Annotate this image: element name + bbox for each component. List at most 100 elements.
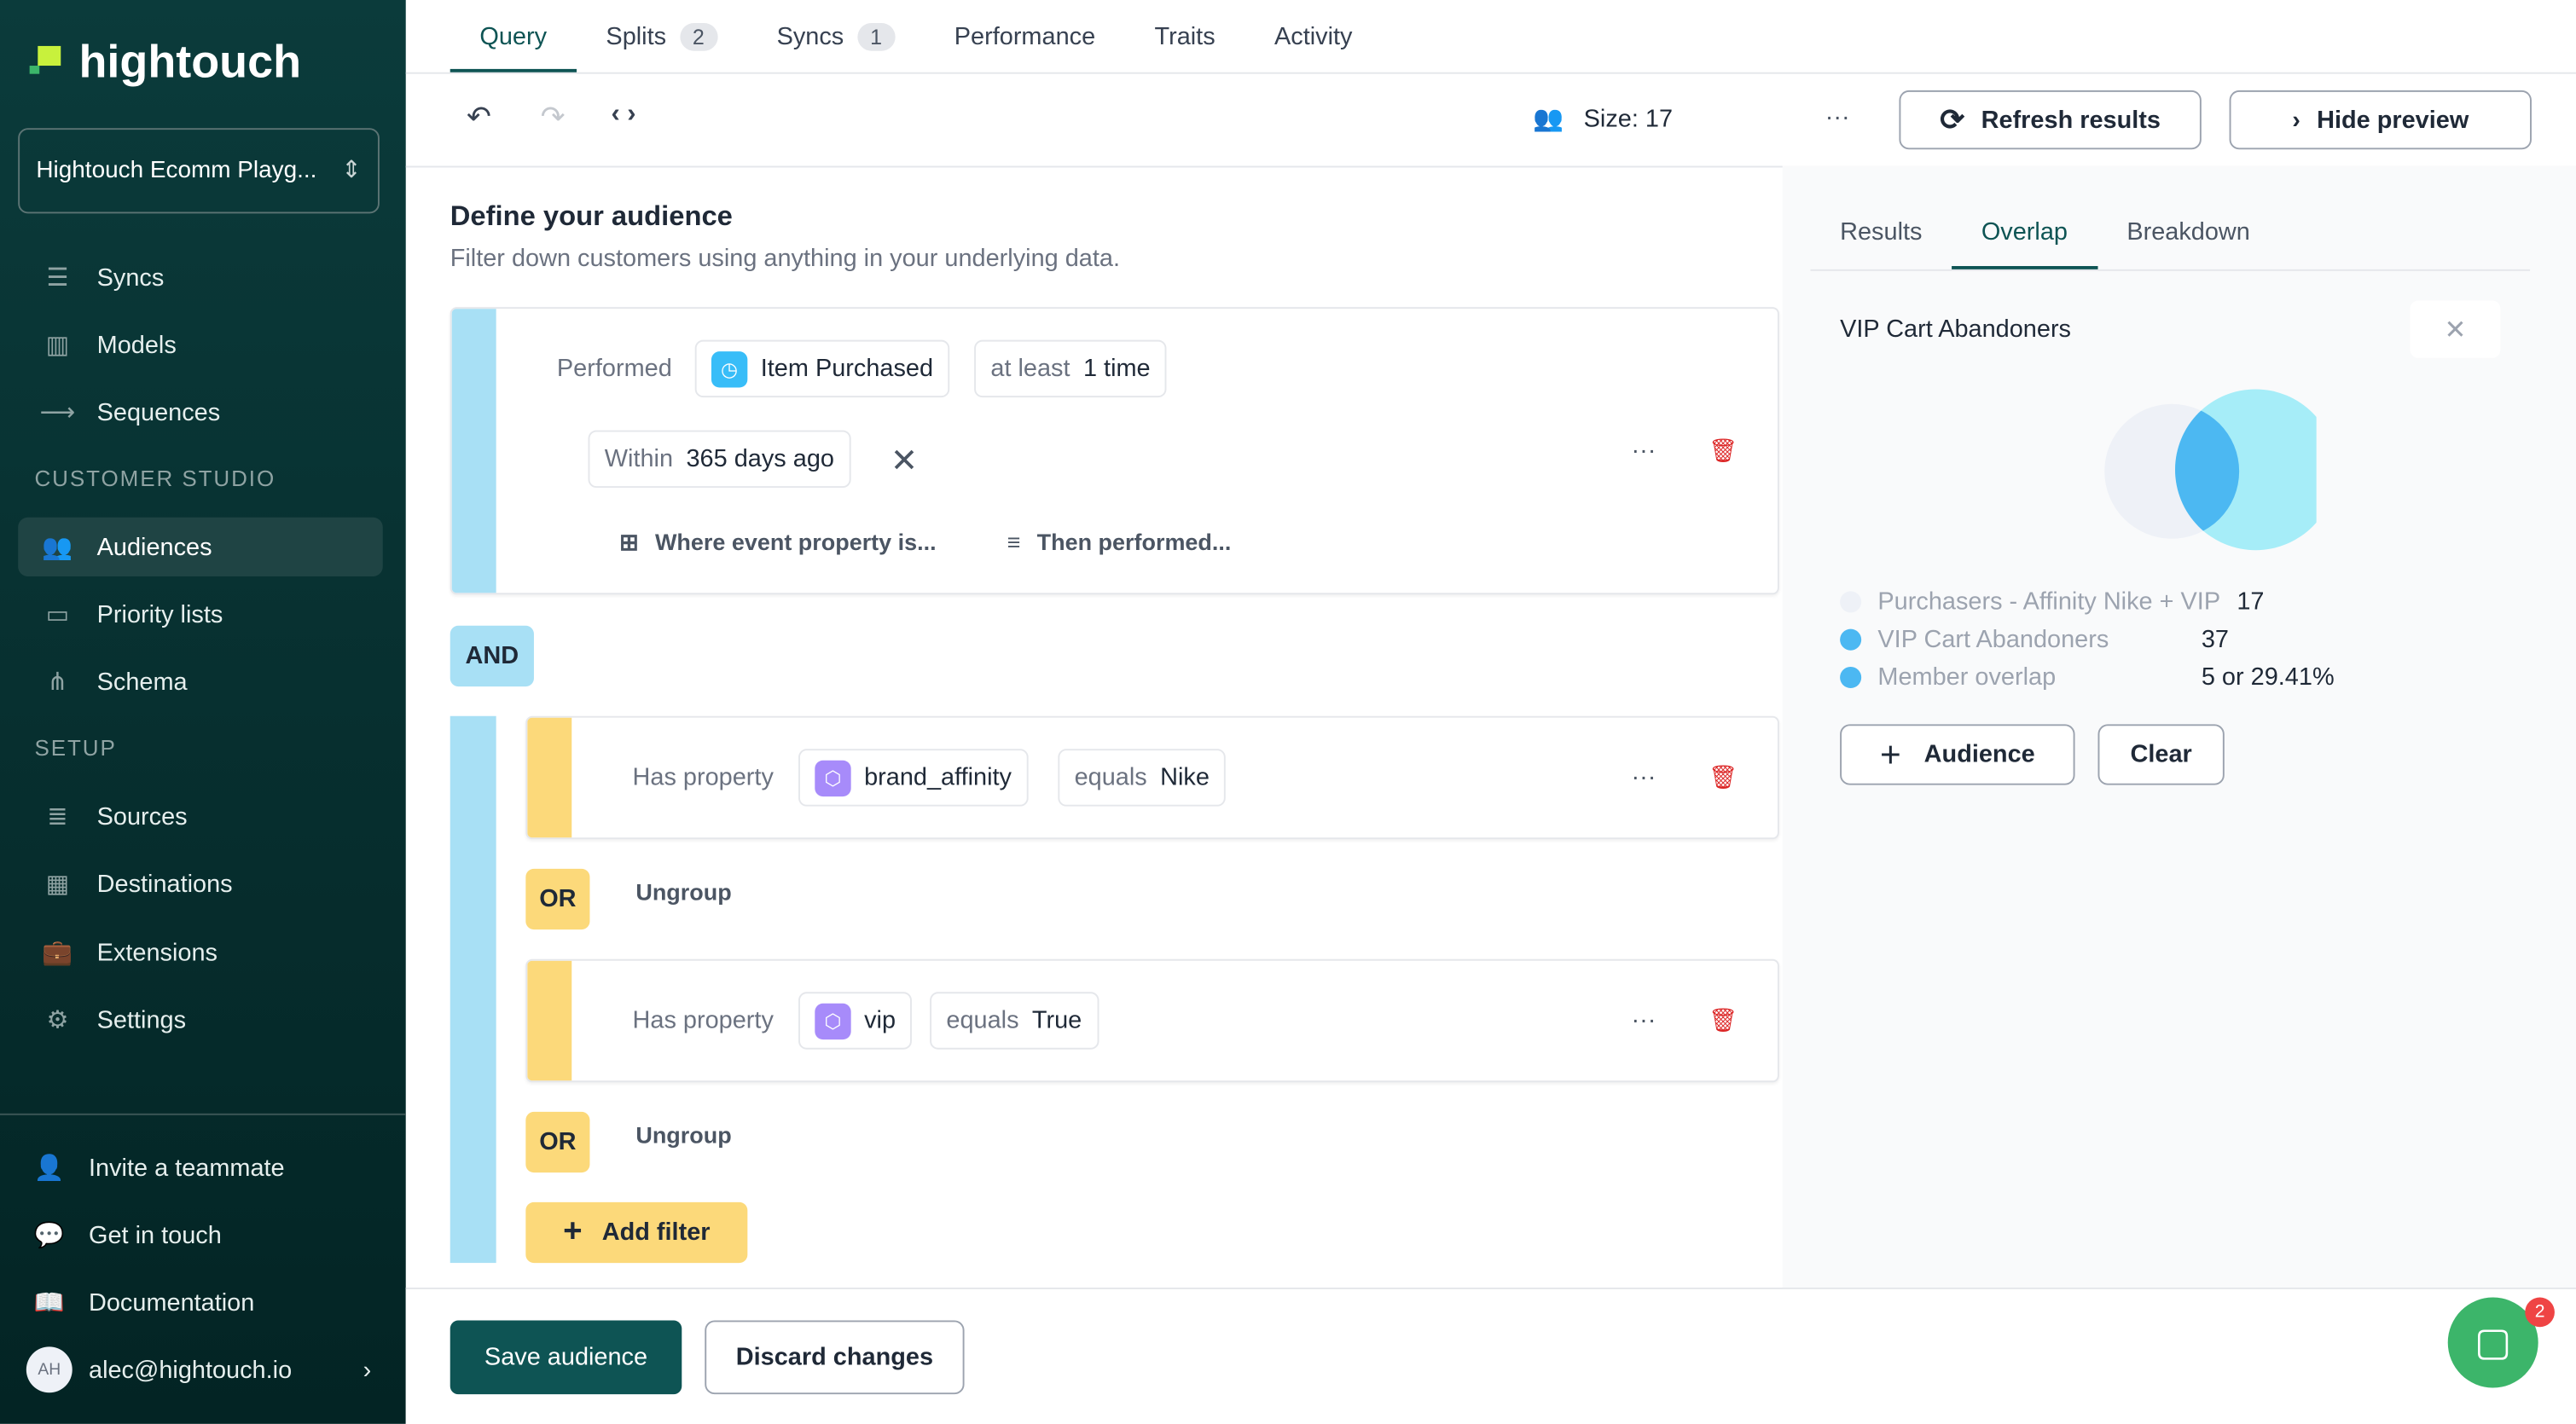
tab-overlap[interactable]: Overlap xyxy=(1952,218,2097,269)
tab-activity[interactable]: Activity xyxy=(1244,23,1382,72)
refresh-icon: ⟳ xyxy=(1940,102,1965,136)
tab-query[interactable]: Query xyxy=(450,23,577,72)
more-options-button[interactable]: ··· xyxy=(1825,103,1850,131)
add-filter-button[interactable]: + Add filter xyxy=(525,1201,748,1264)
clear-button[interactable]: Clear xyxy=(2097,724,2225,785)
operator-value-selector[interactable]: equals True xyxy=(930,992,1099,1050)
legend-label: Member overlap xyxy=(1877,663,2057,692)
link-label: Documentation xyxy=(89,1288,255,1317)
trash-icon[interactable]: 🗑 xyxy=(1709,437,1738,465)
remove-time-window-icon[interactable]: ✕ xyxy=(891,440,918,481)
sidebar-item-sources[interactable]: ≣ Sources xyxy=(18,787,383,846)
sidebar-item-syncs[interactable]: ☰ Syncs xyxy=(18,248,383,307)
sidebar-item-extensions[interactable]: 💼 Extensions xyxy=(18,923,383,981)
tab-label: Traits xyxy=(1154,22,1215,51)
overlap-legend: Purchasers - Affinity Nike + VIP 17 VIP C… xyxy=(1840,583,2335,697)
time-window-selector[interactable]: Within 365 days ago xyxy=(588,430,851,489)
sidebar-item-destinations[interactable]: ▦ Destinations xyxy=(18,854,383,913)
preview-tabs: Results Overlap Breakdown xyxy=(1810,166,2531,271)
compared-audience-title: VIP Cart Abandoners xyxy=(1840,315,2072,344)
close-icon[interactable]: ✕ xyxy=(2410,300,2501,358)
code-icon[interactable]: ‹ › xyxy=(611,100,635,130)
builder-title: Define your audience xyxy=(450,200,733,232)
user-menu[interactable]: AH alec@hightouch.io › xyxy=(10,1340,371,1399)
get-in-touch-link[interactable]: 💬 Get in touch xyxy=(10,1206,375,1265)
plus-square-icon: ⊞ xyxy=(619,529,639,555)
where-event-property-button[interactable]: ⊞ Where event property is... xyxy=(619,529,937,557)
property-selector[interactable]: ⬡ brand_affinity xyxy=(798,749,1029,807)
tab-label: Performance xyxy=(954,22,1096,51)
frequency-prefix: at least xyxy=(990,355,1070,383)
sidebar-item-priority-lists[interactable]: ▭ Priority lists xyxy=(18,585,383,644)
property-selector[interactable]: ⬡ vip xyxy=(798,992,913,1050)
sidebar-item-label: Schema xyxy=(96,667,188,696)
logo[interactable]: hightouch xyxy=(26,36,301,89)
tab-performance[interactable]: Performance xyxy=(925,23,1125,72)
chevron-updown-icon: ⇕ xyxy=(341,157,362,184)
tab-label: Query xyxy=(479,22,548,51)
frequency-selector[interactable]: at least 1 time xyxy=(974,339,1167,398)
save-audience-button[interactable]: Save audience xyxy=(450,1320,682,1395)
cube-icon: ⬡ xyxy=(815,1002,851,1039)
trash-icon[interactable]: 🗑 xyxy=(1709,1007,1738,1035)
trash-icon[interactable]: 🗑 xyxy=(1709,764,1738,792)
preview-panel: Results Overlap Breakdown VIP Cart Aband… xyxy=(1782,165,2576,1288)
operator-value-selector[interactable]: equals Nike xyxy=(1058,749,1227,807)
sidebar-item-sequences[interactable]: ⟶ Sequences xyxy=(18,383,383,442)
legend-value: 17 xyxy=(2237,588,2265,616)
tab-splits[interactable]: Splits 2 xyxy=(577,22,747,72)
button-label: Audience xyxy=(1923,740,2035,769)
sidebar-item-label: Destinations xyxy=(96,869,233,898)
within-prefix: Within xyxy=(604,444,674,473)
then-performed-button[interactable]: ≡ Then performed... xyxy=(1007,529,1232,555)
refresh-results-button[interactable]: ⟳ Refresh results xyxy=(1899,90,2202,150)
workspace-selector[interactable]: Hightouch Ecomm Playg... ⇕ xyxy=(18,128,380,214)
legend-value: 37 xyxy=(2201,625,2229,654)
performed-label: Performed xyxy=(556,355,672,383)
invite-teammate-link[interactable]: 👤 Invite a teammate xyxy=(10,1138,375,1197)
tab-traits[interactable]: Traits xyxy=(1125,23,1245,72)
tab-results[interactable]: Results xyxy=(1810,218,1952,269)
event-name: Item Purchased xyxy=(760,355,934,383)
undo-icon[interactable]: ↶ xyxy=(467,100,491,134)
hide-preview-button[interactable]: › Hide preview xyxy=(2229,90,2532,150)
sidebar-divider xyxy=(0,1113,406,1115)
sidebar-item-settings[interactable]: ⚙ Settings xyxy=(18,990,383,1049)
section-header-setup: SETUP xyxy=(34,735,117,761)
sidebar-item-label: Settings xyxy=(96,1005,187,1034)
toolbar: ↶ ↷ ‹ › 👥 Size: 17 ··· ⟳ Refresh results … xyxy=(405,74,2576,168)
property-condition-card: Has property ⬡ vip equals True ··· 🗑 xyxy=(525,958,1779,1083)
sidebar-item-label: Sources xyxy=(96,802,188,831)
add-audience-button[interactable]: + Audience xyxy=(1840,724,2075,785)
sidebar-item-audiences[interactable]: 👥 Audiences xyxy=(18,517,383,577)
plus-icon: + xyxy=(563,1213,583,1250)
tab-syncs[interactable]: Syncs 1 xyxy=(747,22,925,72)
destinations-icon: ▦ xyxy=(45,870,70,899)
audiences-icon: 👥 xyxy=(42,533,73,562)
user-email: alec@hightouch.io xyxy=(89,1355,293,1384)
event-selector[interactable]: ◷ Item Purchased xyxy=(694,339,950,398)
sidebar-item-models[interactable]: ▥ Models xyxy=(18,315,383,374)
link-label: Invite a teammate xyxy=(89,1154,285,1182)
count-badge: 1 xyxy=(856,22,896,51)
notification-badge: 2 xyxy=(2525,1297,2555,1328)
redo-icon[interactable]: ↷ xyxy=(541,100,566,134)
tab-label: Activity xyxy=(1274,22,1353,51)
value: Nike xyxy=(1160,763,1210,792)
sidebar-item-schema[interactable]: ⋔ Schema xyxy=(18,652,383,711)
tab-breakdown[interactable]: Breakdown xyxy=(2097,218,2280,269)
documentation-link[interactable]: 📖 Documentation xyxy=(10,1273,375,1332)
more-options-button[interactable]: ··· xyxy=(1632,1007,1656,1035)
schema-icon: ⋔ xyxy=(47,668,68,697)
ungroup-button[interactable]: Ungroup xyxy=(635,1121,731,1148)
or-operator-button[interactable]: OR xyxy=(525,868,590,930)
venn-diagram xyxy=(2104,389,2317,551)
or-operator-button[interactable]: OR xyxy=(525,1111,590,1173)
book-icon: 📖 xyxy=(33,1288,65,1317)
more-options-button[interactable]: ··· xyxy=(1632,764,1656,792)
discard-changes-button[interactable]: Discard changes xyxy=(705,1320,965,1395)
more-options-button[interactable]: ··· xyxy=(1632,437,1656,465)
and-operator-button[interactable]: AND xyxy=(450,625,534,687)
ungroup-button[interactable]: Ungroup xyxy=(635,878,731,905)
sources-icon: ≣ xyxy=(47,802,68,831)
